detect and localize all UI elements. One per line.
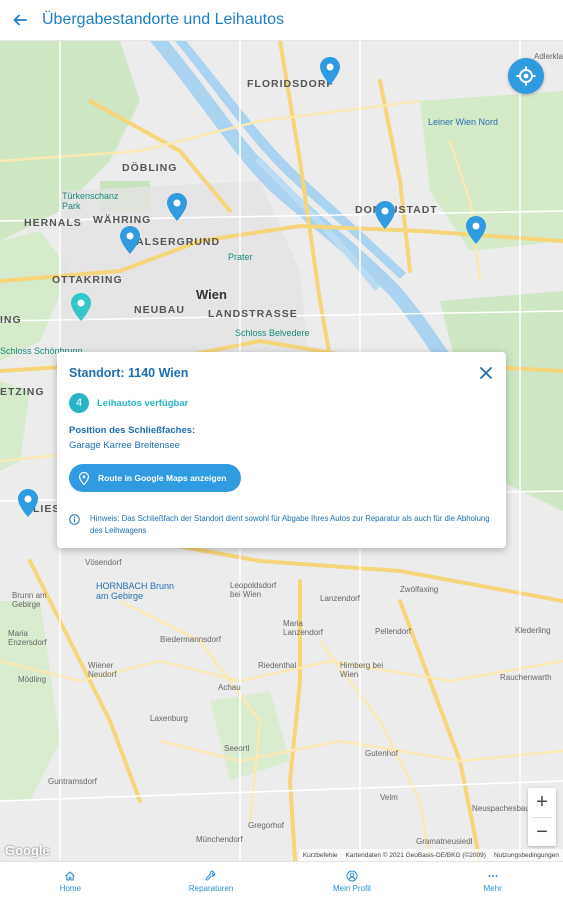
nav-label: Home xyxy=(59,883,82,893)
nav-item-home[interactable]: Home xyxy=(0,862,141,900)
app-bar: Übergabestandorte und Leihautos xyxy=(0,0,563,41)
close-button[interactable] xyxy=(478,365,494,381)
google-logo: Google xyxy=(5,843,50,858)
city-label: Wien xyxy=(196,287,227,302)
place-label: Lanzendorf xyxy=(320,594,361,603)
locker-position-heading: Position des Schließfaches: xyxy=(69,425,196,436)
place-label: Riedenthal xyxy=(258,661,297,670)
location-info-card: Standort: 1140 Wien 4 Leihautos verfügba… xyxy=(57,352,506,548)
poi-label: HORNBACH Brunn am Gebirge xyxy=(96,581,175,601)
locker-position-value: Garage Karree Breitensee xyxy=(69,440,180,451)
poi-label: Leiner Wien Nord xyxy=(428,117,499,127)
poi-label: Prater xyxy=(228,252,253,262)
poi-label: Schloss Belvedere xyxy=(235,328,310,338)
place-label: Biedermannsdorf xyxy=(160,635,221,644)
place-label: Maria Lanzendorf xyxy=(283,619,324,637)
my-location-button[interactable] xyxy=(508,58,544,94)
location-title: Standort: 1140 Wien xyxy=(69,366,189,380)
map-pin-icon xyxy=(71,293,91,321)
home-icon xyxy=(65,870,76,881)
hint-row: Hinweis: Das Schließfach der Standort di… xyxy=(69,513,494,536)
route-button-label: Route in Google Maps anzeigen xyxy=(98,473,227,483)
place-label: Seeortl xyxy=(224,744,250,753)
place-label: Gramatneusiedl xyxy=(416,837,473,846)
district-label: ALSERGRUND xyxy=(136,236,221,248)
place-label: Münchendorf xyxy=(196,835,243,844)
place-label: Achau xyxy=(218,683,241,692)
poi-label: Türkenschanz Park xyxy=(62,191,119,211)
location-pin[interactable] xyxy=(120,226,140,254)
place-label: Velm xyxy=(380,793,398,802)
map-pin-icon xyxy=(320,57,340,85)
location-pin[interactable] xyxy=(375,201,395,229)
hint-text: Hinweis: Das Schließfach der Standort di… xyxy=(90,514,490,535)
district-label: OTTAKRING xyxy=(52,274,123,286)
place-label: Guntramsdorf xyxy=(48,777,97,786)
place-label: Himberg bei Wien xyxy=(340,661,384,679)
nav-label: Reparaturen xyxy=(188,883,234,893)
map-pin-icon xyxy=(79,471,89,485)
info-icon xyxy=(69,514,80,525)
map-pin-icon xyxy=(375,201,395,229)
district-label: DÖBLING xyxy=(122,162,178,174)
location-pin[interactable] xyxy=(466,216,486,244)
place-label: Adlerklaa xyxy=(534,52,563,61)
wrench-icon xyxy=(205,870,216,880)
place-label: Zwölfaxing xyxy=(400,585,439,594)
nav-item-profile[interactable]: Mein Profil xyxy=(282,862,423,900)
more-icon xyxy=(488,874,498,877)
place-label: Neuspachesbau xyxy=(472,804,530,813)
page-title: Übergabestandorte und Leihautos xyxy=(42,11,284,28)
nav-label: Mehr xyxy=(483,883,502,893)
district-label: HERNALS xyxy=(24,217,82,229)
location-pin[interactable] xyxy=(167,193,187,221)
place-label: Vösendorf xyxy=(85,558,122,567)
district-label: ETZING xyxy=(0,386,45,398)
route-google-maps-button[interactable]: Route in Google Maps anzeigen xyxy=(69,464,241,492)
location-pin[interactable] xyxy=(320,57,340,85)
shortcuts-link[interactable]: Kurzbefehle xyxy=(303,852,338,859)
zoom-out-button[interactable]: − xyxy=(528,818,556,847)
place-label: Rauchenwarth xyxy=(500,673,552,682)
availability-row: 4 Leihautos verfügbar xyxy=(69,393,188,413)
place-label: Brunn am Gebirge xyxy=(12,591,47,609)
map-pin-icon xyxy=(466,216,486,244)
place-label: Leopoldsdorf bei Wien xyxy=(230,581,277,599)
map-data-text: Kartendaten © 2021 GeoBasis-DE/BKG (©200… xyxy=(345,851,486,859)
profile-icon xyxy=(346,870,358,881)
map-pin-icon xyxy=(167,193,187,221)
nav-item-repairs[interactable]: Reparaturen xyxy=(141,862,282,900)
place-label: Gutenhof xyxy=(365,749,398,758)
zoom-control: + − xyxy=(528,788,556,846)
availability-label: Leihautos verfügbar xyxy=(97,397,189,409)
bottom-navigation: Home Reparaturen Mein Profil Mehr xyxy=(0,861,563,900)
district-label: WÄHRING xyxy=(93,214,152,226)
crosshair-icon xyxy=(516,66,536,86)
district-label: NEUBAU xyxy=(134,304,185,316)
place-label: Klederling xyxy=(515,626,551,635)
nav-item-more[interactable]: Mehr xyxy=(422,862,563,900)
place-label: Laxenburg xyxy=(150,714,188,723)
terms-link[interactable]: Nutzungsbedingungen xyxy=(494,852,559,859)
place-label: Maria Enzersdorf xyxy=(8,629,47,647)
back-button[interactable] xyxy=(0,0,40,41)
selected-location-pin[interactable] xyxy=(71,293,91,321)
close-icon xyxy=(480,367,492,379)
district-label: ING xyxy=(0,314,22,326)
place-label: Wiener Neudorf xyxy=(88,661,117,679)
place-label: Pellendorf xyxy=(375,627,412,636)
district-label: DONAUSTADT xyxy=(355,204,438,216)
place-label: Gregorhof xyxy=(248,821,285,830)
district-label: LANDSTRASSE xyxy=(208,308,298,320)
map-attribution: Kurzbefehle Kartendaten © 2021 GeoBasis-… xyxy=(298,849,563,861)
location-pin[interactable] xyxy=(18,489,38,517)
zoom-in-button[interactable]: + xyxy=(528,788,556,817)
nav-label: Mein Profil xyxy=(332,883,371,893)
availability-count-badge: 4 xyxy=(69,393,89,413)
arrow-left-icon xyxy=(13,14,27,26)
map-pin-icon xyxy=(120,226,140,254)
place-label: Mödling xyxy=(18,675,47,684)
map-pin-icon xyxy=(18,489,38,517)
